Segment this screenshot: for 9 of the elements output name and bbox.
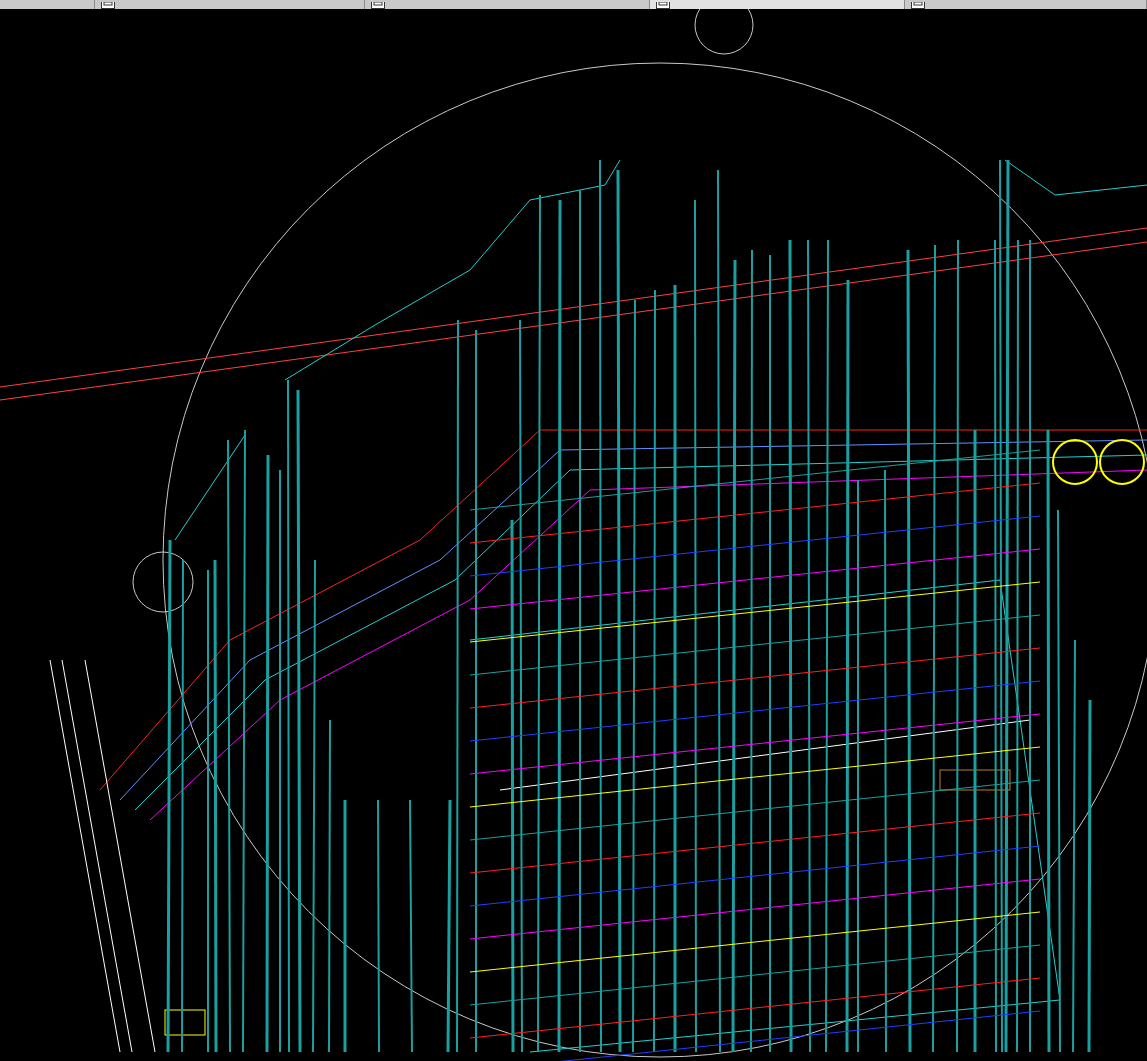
drawing-file-icon bbox=[656, 2, 670, 9]
drawing-file-icon bbox=[911, 2, 925, 9]
drawing-file-icon bbox=[371, 2, 385, 9]
document-tab[interactable] bbox=[905, 0, 1147, 9]
document-tab[interactable] bbox=[650, 0, 905, 9]
document-tab[interactable] bbox=[95, 0, 365, 9]
document-tab[interactable] bbox=[0, 0, 95, 9]
document-tab[interactable] bbox=[365, 0, 650, 9]
drawing-file-icon bbox=[101, 2, 115, 9]
